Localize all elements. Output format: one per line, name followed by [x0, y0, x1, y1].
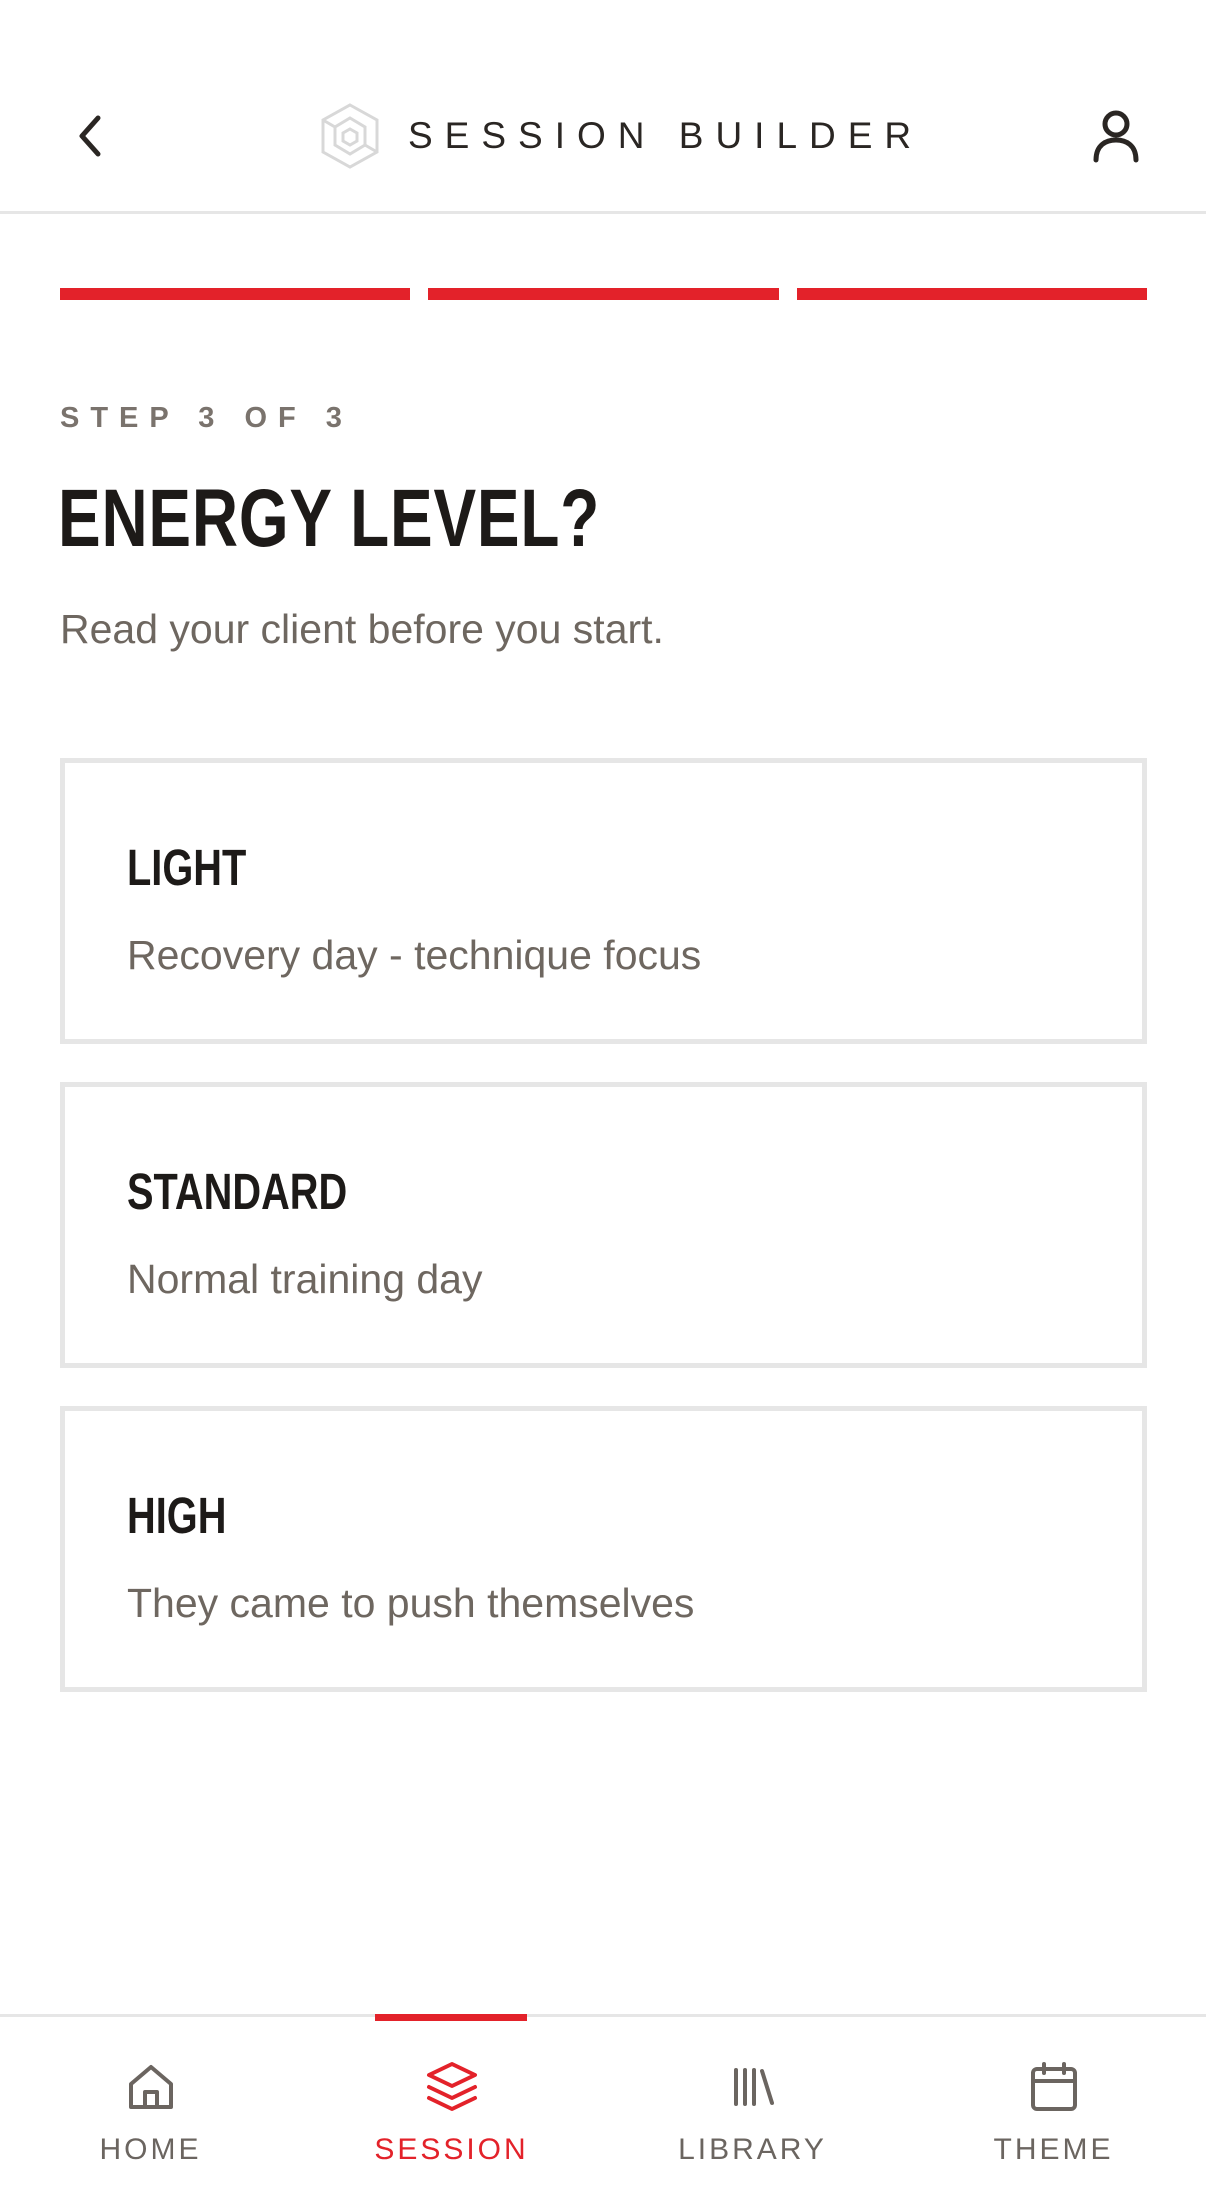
app-header: SESSION BUILDER — [0, 0, 1206, 214]
option-high[interactable]: HIGH They came to push themselves — [60, 1406, 1147, 1692]
option-standard[interactable]: STANDARD Normal training day — [60, 1082, 1147, 1368]
nav-home[interactable]: HOME — [0, 2017, 301, 2202]
library-icon — [723, 2057, 783, 2117]
chevron-left-icon — [79, 115, 101, 157]
progress-segment-3 — [796, 288, 1147, 300]
page-subtitle: Read your client before you start. — [60, 606, 664, 652]
option-title: LIGHT — [127, 839, 247, 896]
nav-label: HOME — [99, 2133, 202, 2166]
active-indicator — [375, 2014, 527, 2021]
option-title: STANDARD — [127, 1163, 348, 1220]
page-title: ENERGY LEVEL? — [58, 473, 601, 564]
step-label: STEP 3 OF 3 — [60, 402, 353, 434]
back-button[interactable] — [68, 110, 112, 162]
nav-theme[interactable]: THEME — [903, 2017, 1204, 2202]
home-icon — [121, 2057, 181, 2117]
progress-segment-1 — [60, 288, 411, 300]
calendar-icon — [1024, 2057, 1084, 2117]
bottom-nav: HOME SESSION LIBRARY THEME — [0, 2014, 1206, 2202]
option-description: Recovery day - technique focus — [127, 932, 702, 978]
option-description: Normal training day — [127, 1256, 483, 1302]
brand: SESSION BUILDER — [316, 102, 923, 170]
nav-label: THEME — [993, 2133, 1114, 2166]
nav-label: LIBRARY — [678, 2133, 827, 2166]
user-icon — [1093, 110, 1139, 163]
step-progress — [60, 288, 1147, 300]
nav-label: SESSION — [374, 2133, 529, 2166]
hexagon-logo-icon — [321, 103, 379, 169]
profile-button[interactable] — [1088, 106, 1144, 166]
option-description: They came to push themselves — [127, 1580, 695, 1626]
progress-segment-2 — [428, 288, 779, 300]
nav-session[interactable]: SESSION — [301, 2014, 602, 2202]
option-light[interactable]: LIGHT Recovery day - technique focus — [60, 758, 1147, 1044]
app-title: SESSION BUILDER — [408, 115, 924, 156]
option-title: HIGH — [127, 1487, 227, 1544]
layers-icon — [422, 2057, 482, 2117]
nav-library[interactable]: LIBRARY — [602, 2017, 903, 2202]
